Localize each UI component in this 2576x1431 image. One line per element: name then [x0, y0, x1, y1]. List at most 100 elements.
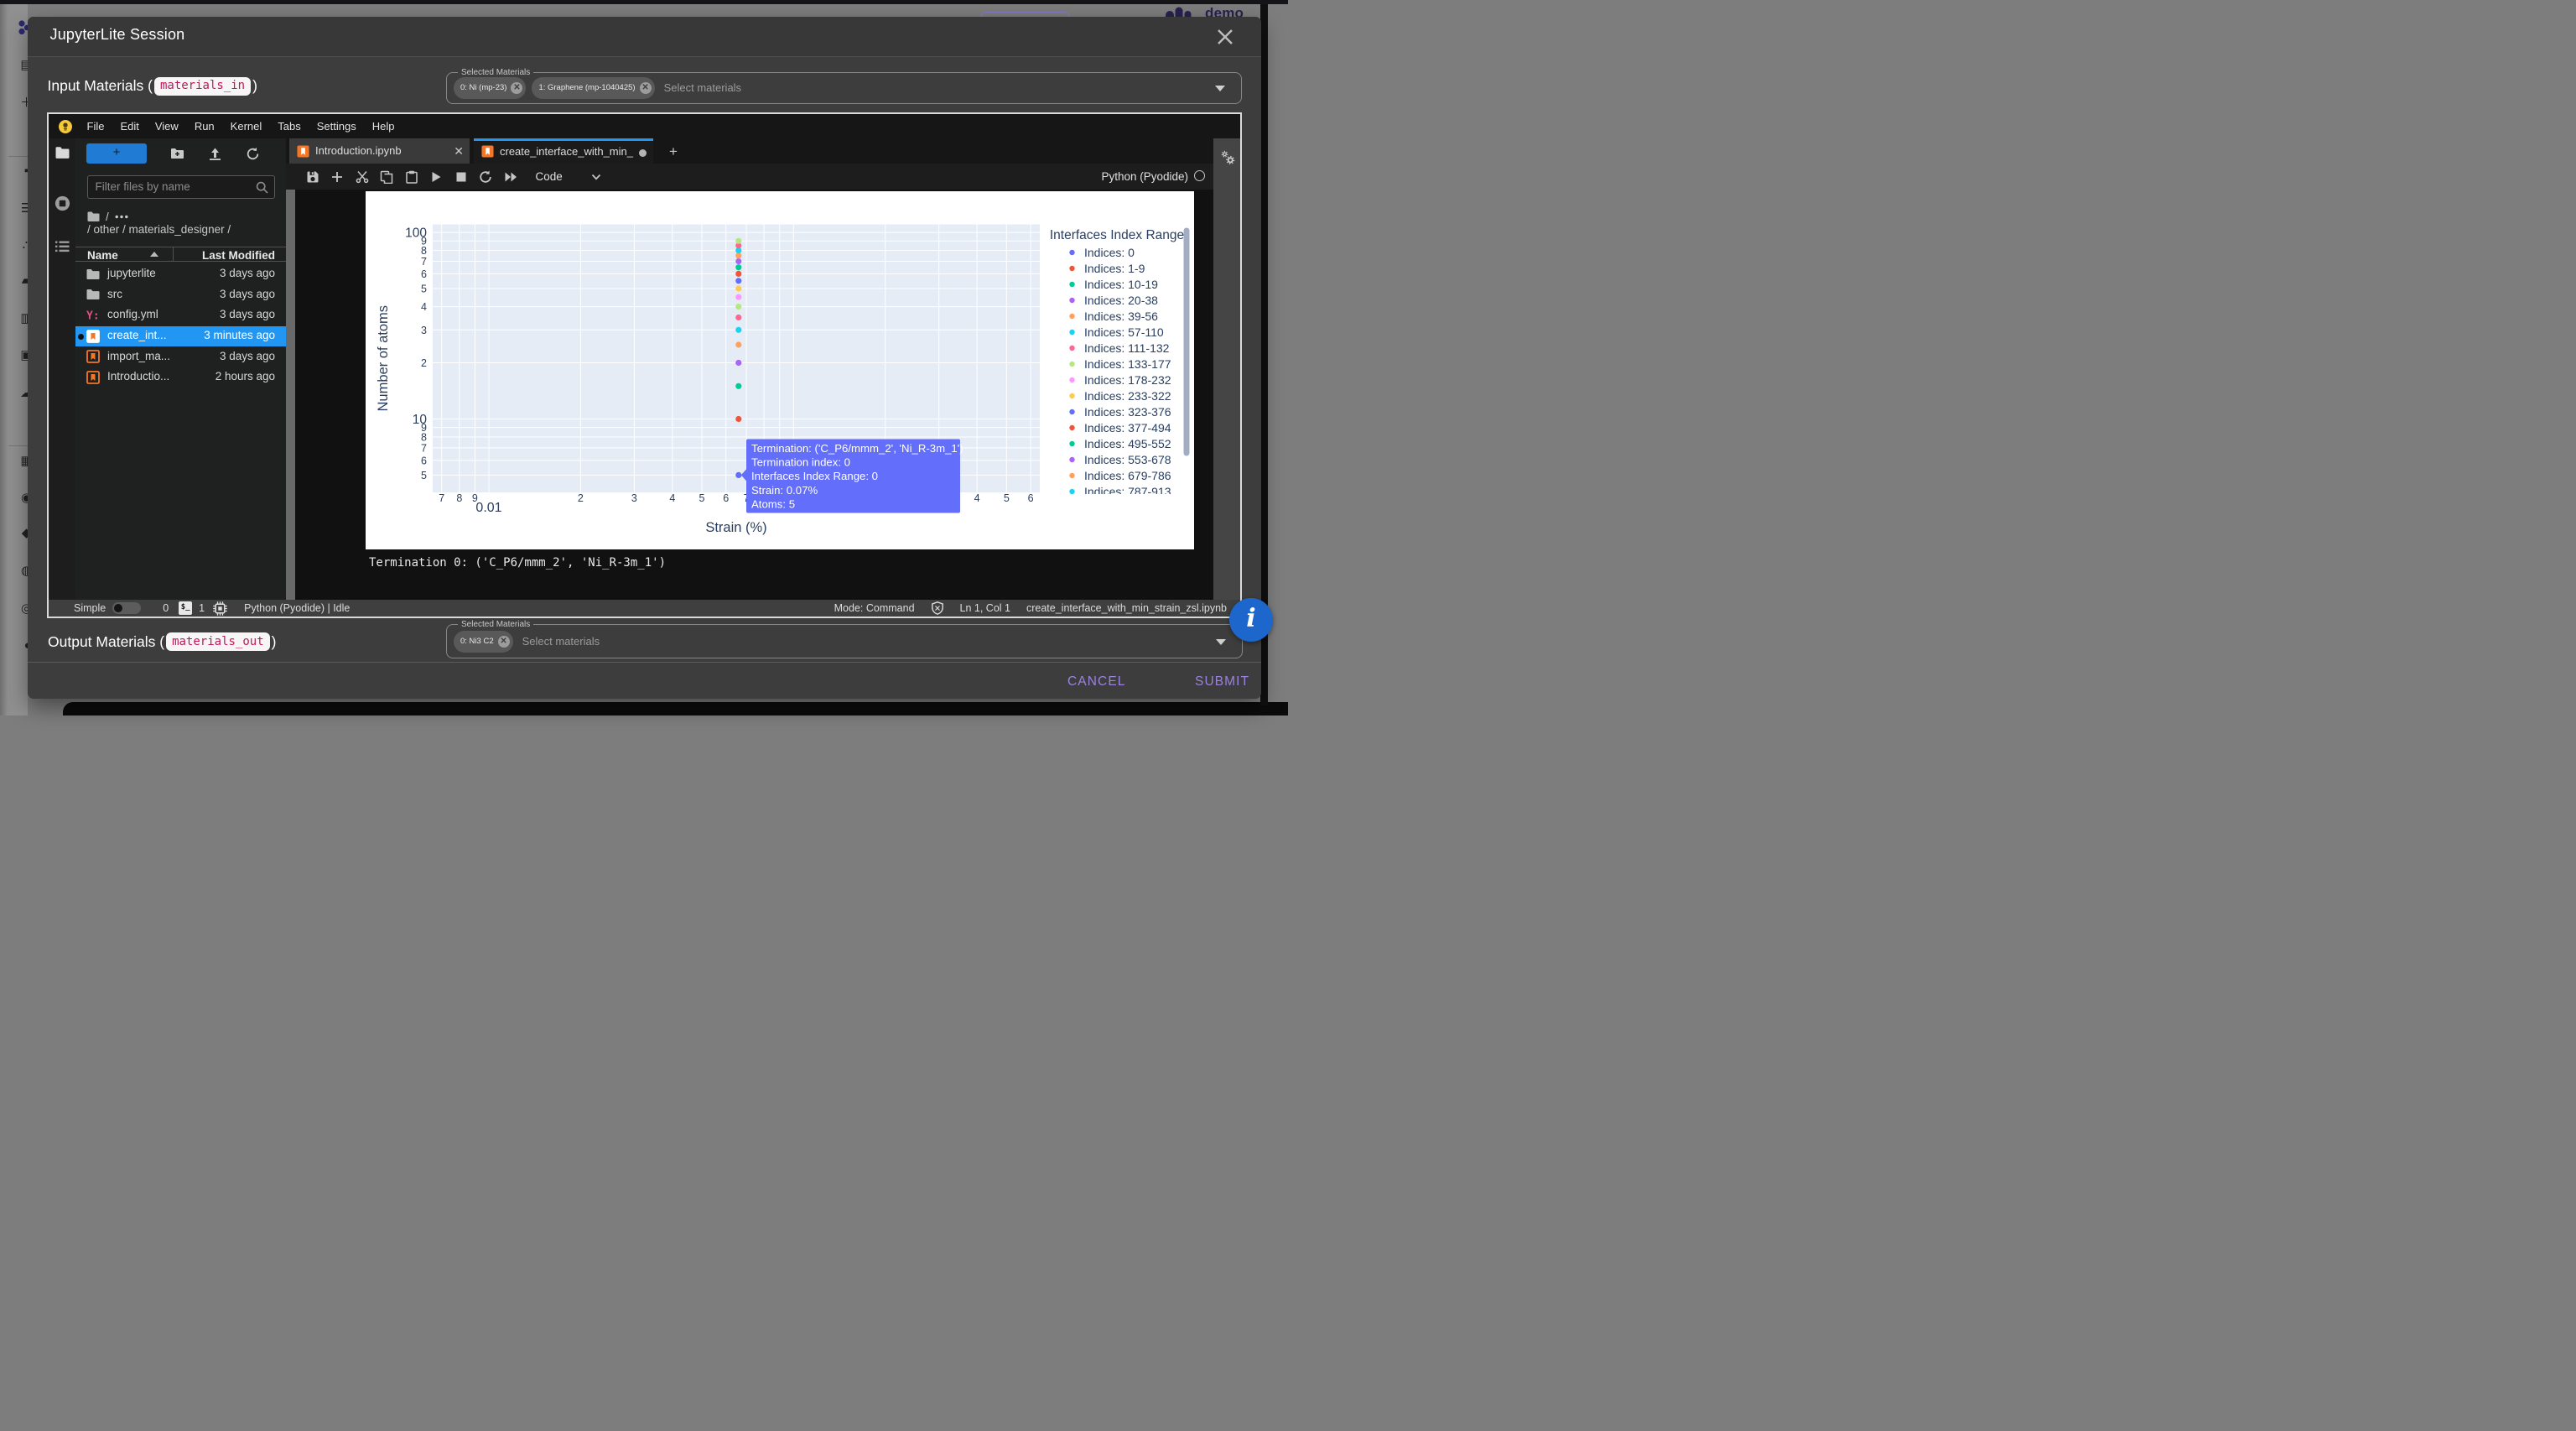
- legend-swatch-icon[interactable]: [1069, 441, 1074, 446]
- upload-icon[interactable]: [208, 147, 222, 161]
- chip-remove-icon[interactable]: ✕: [498, 636, 510, 648]
- kernel-status[interactable]: Python (Pyodide) | Idle: [244, 602, 350, 614]
- file-row[interactable]: Introductio...2 hours ago: [75, 367, 286, 388]
- paste-icon[interactable]: [405, 170, 418, 184]
- cell-type-dropdown[interactable]: Code: [536, 170, 563, 183]
- data-point[interactable]: [735, 360, 741, 366]
- data-point[interactable]: [735, 258, 741, 264]
- legend-label[interactable]: Indices: 495-552: [1084, 437, 1171, 450]
- legend-label[interactable]: Indices: 111-132: [1084, 341, 1170, 355]
- trust-shield-icon[interactable]: [931, 601, 944, 615]
- legend-label[interactable]: Indices: 233-322: [1084, 389, 1171, 403]
- chevron-down-icon[interactable]: [591, 174, 601, 180]
- legend-label[interactable]: Indices: 679-786: [1084, 469, 1171, 482]
- save-icon[interactable]: [306, 170, 319, 184]
- cancel-button[interactable]: CANCEL: [1067, 674, 1125, 689]
- data-point[interactable]: [735, 264, 741, 270]
- data-point[interactable]: [735, 472, 741, 478]
- command-mode[interactable]: Mode: Command: [834, 602, 915, 614]
- file-row[interactable]: import_ma...3 days ago: [75, 346, 286, 367]
- legend-label[interactable]: Indices: 377-494: [1084, 421, 1171, 435]
- file-row[interactable]: jupyterlite3 days ago: [75, 264, 286, 285]
- kernel-name[interactable]: Python (Pyodide): [1101, 170, 1188, 183]
- chevron-down-icon[interactable]: [1215, 86, 1225, 91]
- legend-swatch-icon[interactable]: [1069, 377, 1074, 382]
- menu-kernel[interactable]: Kernel: [222, 120, 270, 133]
- restart-icon[interactable]: [479, 170, 492, 184]
- data-point[interactable]: [735, 327, 741, 333]
- menu-file[interactable]: File: [79, 120, 112, 133]
- close-icon[interactable]: [1216, 28, 1234, 46]
- chevron-down-icon[interactable]: [1216, 639, 1226, 645]
- menu-tabs[interactable]: Tabs: [270, 120, 309, 133]
- legend-label[interactable]: Indices: 133-177: [1084, 357, 1171, 371]
- new-folder-icon[interactable]: [170, 147, 184, 161]
- home-folder-icon[interactable]: [87, 211, 100, 222]
- data-point[interactable]: [735, 238, 741, 244]
- input-materials-select[interactable]: Selected Materials 0: Ni (mp-23)✕1: Grap…: [446, 72, 1242, 104]
- data-point[interactable]: [735, 294, 741, 300]
- menu-help[interactable]: Help: [364, 120, 402, 133]
- legend-label[interactable]: Indices: 323-376: [1084, 405, 1171, 419]
- column-name[interactable]: Name: [87, 249, 118, 262]
- breadcrumb-path[interactable]: / other / materials_designer /: [87, 223, 231, 236]
- ellipsis-icon[interactable]: [115, 215, 128, 219]
- submit-button[interactable]: SUBMIT: [1195, 674, 1249, 689]
- menu-view[interactable]: View: [147, 120, 186, 133]
- column-last-modified[interactable]: Last Modified: [202, 249, 275, 262]
- add-cell-icon[interactable]: [330, 170, 344, 184]
- legend-swatch-icon[interactable]: [1069, 489, 1074, 494]
- legend-swatch-icon[interactable]: [1069, 298, 1074, 303]
- cursor-position[interactable]: Ln 1, Col 1: [960, 602, 1010, 614]
- file-row[interactable]: src3 days ago: [75, 284, 286, 305]
- fast-forward-icon[interactable]: [504, 170, 517, 184]
- table-of-contents-tab-icon[interactable]: [55, 241, 70, 252]
- terminals-count[interactable]: 0: [163, 602, 169, 614]
- running-kernels-tab-icon[interactable]: [55, 195, 70, 211]
- legend-swatch-icon[interactable]: [1069, 457, 1074, 462]
- tab-create-interface-with-min-[interactable]: create_interface_with_min_: [474, 138, 653, 164]
- legend-swatch-icon[interactable]: [1069, 266, 1074, 271]
- material-chip[interactable]: 1: Graphene (mp-1040425)✕: [532, 77, 654, 99]
- stop-icon[interactable]: [454, 170, 468, 184]
- dirty-indicator-dot[interactable]: [639, 149, 647, 157]
- menu-edit[interactable]: Edit: [112, 120, 147, 133]
- legend-swatch-icon[interactable]: [1069, 250, 1074, 255]
- tab-close-icon[interactable]: ✕: [454, 144, 464, 159]
- chip-remove-icon[interactable]: ✕: [511, 82, 522, 94]
- cut-icon[interactable]: [356, 170, 369, 184]
- filter-files-input[interactable]: Filter files by name: [87, 175, 275, 199]
- legend-swatch-icon[interactable]: [1069, 330, 1074, 335]
- tab-introduction-ipynb[interactable]: Introduction.ipynb✕: [289, 138, 470, 164]
- file-row[interactable]: create_int...3 minutes ago: [75, 326, 286, 347]
- legend-label[interactable]: Indices: 10-19: [1084, 278, 1158, 291]
- data-point[interactable]: [735, 341, 741, 347]
- run-icon[interactable]: [429, 170, 443, 184]
- legend-scrollbar[interactable]: [1184, 228, 1190, 456]
- data-point[interactable]: [735, 416, 741, 422]
- copy-icon[interactable]: [380, 170, 393, 184]
- select-placeholder[interactable]: Select materials: [522, 635, 600, 648]
- material-chip[interactable]: 0: Ni (mp-23)✕: [454, 77, 526, 99]
- simple-mode-toggle[interactable]: [112, 602, 141, 614]
- menu-settings[interactable]: Settings: [309, 120, 364, 133]
- kernels-count[interactable]: 1: [199, 602, 205, 614]
- output-materials-select[interactable]: Selected Materials 0: Ni3 C2✕Select mate…: [446, 624, 1243, 658]
- legend-label[interactable]: Indices: 0: [1084, 246, 1135, 259]
- data-point[interactable]: [735, 383, 741, 389]
- data-point[interactable]: [735, 304, 741, 310]
- data-point[interactable]: [735, 271, 741, 277]
- legend-swatch-icon[interactable]: [1069, 425, 1074, 430]
- legend-swatch-icon[interactable]: [1069, 346, 1074, 351]
- legend-label[interactable]: Indices: 39-56: [1084, 310, 1158, 323]
- info-button[interactable]: i: [1229, 598, 1273, 642]
- file-browser-tab-icon[interactable]: [55, 147, 70, 159]
- select-placeholder[interactable]: Select materials: [664, 81, 741, 94]
- legend-label[interactable]: Indices: 1-9: [1084, 262, 1145, 275]
- legend-label[interactable]: Indices: 178-232: [1084, 373, 1171, 387]
- legend-swatch-icon[interactable]: [1069, 473, 1074, 478]
- breadcrumb[interactable]: /: [87, 211, 128, 222]
- data-point[interactable]: [735, 315, 741, 320]
- material-chip[interactable]: 0: Ni3 C2✕: [454, 631, 513, 653]
- legend-swatch-icon[interactable]: [1069, 282, 1074, 287]
